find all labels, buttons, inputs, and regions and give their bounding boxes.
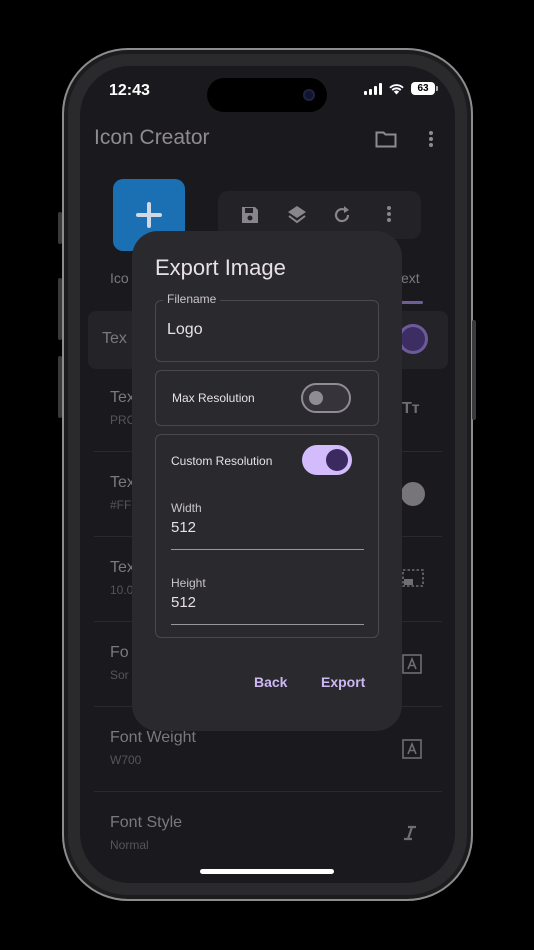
filename-field[interactable]: Filename Logo (155, 292, 379, 362)
power-button (472, 320, 476, 420)
list-item-title: Font Weight (110, 729, 196, 746)
action-button (58, 212, 62, 244)
list-item-subtitle: #FF (110, 498, 132, 512)
list-item-title: Fo (110, 644, 129, 661)
filename-input[interactable]: Logo (167, 321, 203, 339)
dialog-title: Export Image (155, 255, 286, 280)
italic-icon[interactable] (402, 825, 418, 841)
layers-icon[interactable] (287, 205, 307, 225)
wifi-icon (389, 83, 404, 94)
volume-up-button (58, 278, 62, 340)
filename-label: Filename (163, 292, 221, 306)
height-input[interactable]: 512 (171, 594, 196, 611)
more-vert-icon[interactable] (386, 205, 392, 223)
list-item-title: Font Style (110, 814, 183, 831)
signal-icon (364, 82, 382, 95)
height-underline (171, 624, 364, 625)
text-size-icon[interactable]: Tт (402, 400, 420, 418)
custom-resolution-label: Custom Resolution (171, 454, 273, 468)
export-dialog: Export Image Filename Logo Max Resolutio… (132, 231, 402, 731)
width-input[interactable]: 512 (171, 519, 196, 536)
volume-down-button (58, 356, 62, 418)
list-item-subtitle: Normal (110, 838, 149, 852)
list-item-title: Tex (102, 330, 127, 347)
dynamic-island (207, 78, 327, 112)
list-item-subtitle: W700 (110, 753, 142, 767)
tab-text[interactable]: ext (401, 270, 420, 286)
width-label: Width (171, 501, 202, 515)
font-icon[interactable] (402, 654, 422, 674)
list-item-subtitle: Sor (110, 668, 129, 682)
custom-resolution-switch[interactable] (302, 445, 352, 475)
width-underline (171, 549, 364, 550)
tab-icon[interactable]: Ico (110, 270, 129, 286)
camera-icon (303, 89, 315, 101)
padding-icon[interactable] (402, 569, 424, 587)
toggle-icon[interactable] (398, 324, 428, 354)
export-button[interactable]: Export (321, 674, 365, 690)
list-item-subtitle: 10.0 (110, 583, 134, 597)
app-title: Icon Creator (94, 126, 210, 149)
home-indicator[interactable] (200, 869, 334, 874)
status-icons: 63 (364, 82, 438, 95)
status-time: 12:43 (109, 82, 150, 99)
divider (94, 791, 442, 792)
max-resolution-label: Max Resolution (172, 391, 255, 405)
more-vert-icon[interactable] (428, 130, 434, 148)
save-icon[interactable] (240, 205, 260, 225)
custom-resolution-panel: Custom Resolution Width 512 Height 512 (155, 434, 379, 638)
back-button[interactable]: Back (254, 674, 287, 690)
folder-icon[interactable] (375, 130, 397, 148)
battery-icon: 63 (411, 82, 438, 95)
color-dot-icon[interactable] (401, 482, 425, 506)
height-label: Height (171, 576, 206, 590)
phone-screen: 12:43 63 Icon Creator Ico ext Tex Tex PR… (80, 66, 455, 883)
max-resolution-switch[interactable] (301, 383, 351, 413)
refresh-icon[interactable] (332, 205, 352, 225)
max-resolution-option: Max Resolution (155, 370, 379, 426)
font-weight-icon[interactable] (402, 739, 422, 759)
